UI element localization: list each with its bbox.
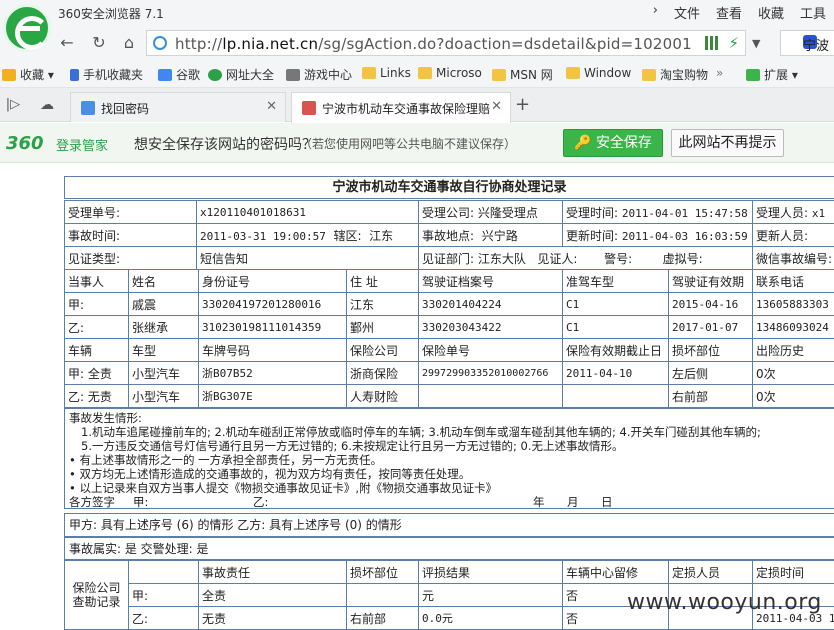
puzzle-icon bbox=[746, 69, 760, 81]
sidebar-toggle-icon[interactable]: |▷ bbox=[2, 94, 24, 116]
title-bar: 360安全浏览器 7.1 › 文件 查看 收藏 工具 bbox=[0, 0, 834, 52]
menu-file[interactable]: 文件 bbox=[666, 3, 708, 22]
password-manager-bar: 360 登录管家 想安全保存该网站的密码吗？ （若您使用网吧等公共电脑不建议保存… bbox=[0, 123, 834, 163]
search-engine-label: 宁波 bbox=[803, 39, 830, 54]
bookmark-mobile[interactable]: 手机收藏夹 bbox=[70, 66, 143, 83]
accident-fact-row: 事故属实: 是 交警处理: 是 bbox=[64, 537, 834, 560]
signature-line: 各方签字 甲: 乙: 年 月 日 bbox=[69, 495, 613, 509]
record-title: 宁波市机动车交通事故自行协商处理记录 bbox=[64, 176, 834, 199]
tab-bar: |▷ ☁ 找回密码 ✕ 宁波市机动车交通事故保险理赔 ✕ + bbox=[0, 88, 834, 123]
refresh-icon[interactable]: ↻ bbox=[88, 32, 110, 54]
more-bookmarks-icon[interactable]: » bbox=[716, 66, 723, 80]
table-row: 乙: 无责 小型汽车 浙BG307E 人寿财险 右前部 0次 无 bbox=[64, 384, 834, 408]
qr-code-icon[interactable] bbox=[705, 36, 719, 50]
table-row: 见证类型: 短信告知 见证部门: 江东大队 见证人: 警号: 虚拟号: 微信事故… bbox=[64, 246, 834, 270]
home-icon[interactable]: ⌂ bbox=[118, 32, 140, 54]
bookmark-windows[interactable]: Window bbox=[566, 66, 631, 80]
search-engine-box[interactable]: 宁波 bbox=[780, 30, 834, 56]
browser-logo-icon bbox=[3, 4, 51, 52]
site-icon bbox=[208, 69, 222, 81]
globe-icon bbox=[153, 36, 167, 50]
password-message: 想安全保存该网站的密码吗？ bbox=[134, 137, 316, 153]
table-row: 甲: 全责 小型汽车 浙B07B52 浙商保险 2997299033520100… bbox=[64, 361, 834, 385]
folder-icon bbox=[642, 69, 656, 81]
page-icon bbox=[81, 101, 95, 115]
page-content: 宁波市机动车交通事故自行协商处理记录 受理单号: x12011040101863… bbox=[0, 164, 834, 630]
password-hint: （若您使用网吧等公共电脑不建议保存） bbox=[300, 137, 517, 151]
star-icon bbox=[2, 69, 16, 81]
bookmark-favorites[interactable]: 收藏 ▾ bbox=[2, 66, 54, 83]
folder-icon bbox=[362, 67, 376, 79]
chevron-down-icon[interactable]: ▼ bbox=[752, 37, 760, 50]
bookmarks-bar: 收藏 ▾ 手机收藏夹 谷歌 网址大全 游戏中心 Links Microso MS… bbox=[0, 60, 834, 88]
url-text[interactable]: http://lp.nia.net.cn/sg/sgAction.do?doac… bbox=[175, 35, 692, 53]
bookmark-microsoft[interactable]: Microso bbox=[418, 66, 482, 80]
title-menu-bar: › 文件 查看 收藏 工具 bbox=[645, 3, 834, 22]
app-title: 360安全浏览器 7.1 bbox=[58, 7, 164, 21]
close-icon[interactable]: ✕ bbox=[491, 99, 502, 114]
phone-icon bbox=[70, 69, 79, 81]
menu-favorites[interactable]: 收藏 bbox=[750, 3, 792, 22]
address-bar[interactable]: http://lp.nia.net.cn/sg/sgAction.do?doac… bbox=[146, 30, 746, 56]
party-table: 当事人 姓名 身份证号 住 址 驾驶证档案号 准驾车型 驾驶证有效期 联系电话 … bbox=[64, 269, 834, 339]
bookmark-google[interactable]: 谷歌 bbox=[158, 66, 200, 83]
table-row: 甲: 戚震 330204197201280016 江东 330201404224… bbox=[64, 292, 834, 316]
folder-icon bbox=[566, 67, 580, 79]
table-row: 受理单号: x120110401018631 受理公司: 兴隆受理点 受理时间:… bbox=[64, 200, 834, 224]
table-header-row: 保险公司查勘记录 事故责任 损坏部位 评损结果 车辆中心留修 定损人员 定损时间 bbox=[64, 560, 834, 630]
vehicle-table: 车辆 车型 车牌号码 保险公司 保险单号 保险有效期截止日 损坏部位 出险历史 … bbox=[64, 338, 834, 408]
gamepad-icon bbox=[286, 69, 300, 81]
bookmark-msn[interactable]: MSN 网 bbox=[492, 66, 553, 83]
menu-tools[interactable]: 工具 bbox=[792, 3, 834, 22]
lightning-icon[interactable]: ⚡ bbox=[728, 34, 739, 52]
accident-notes: 事故发生情形: 1.机动车追尾碰撞前车的; 2.机动车碰刮正常停放或临时停车的车… bbox=[64, 408, 834, 509]
table-header-row: 车辆 车型 车牌号码 保险公司 保险单号 保险有效期截止日 损坏部位 出险历史 … bbox=[64, 338, 834, 362]
tab-ningbo-claims[interactable]: 宁波市机动车交通事故保险理赔 ✕ bbox=[291, 92, 511, 123]
extensions-button[interactable]: 扩展 ▾ bbox=[746, 66, 798, 83]
cloud-icon[interactable]: ☁ bbox=[36, 94, 58, 116]
chevron-right-icon[interactable]: › bbox=[645, 3, 666, 22]
navigation-bar: ← ↻ ⌂ http://lp.nia.net.cn/sg/sgAction.d… bbox=[0, 26, 834, 60]
menu-view[interactable]: 查看 bbox=[708, 3, 750, 22]
save-password-button[interactable]: 🔑 安全保存 bbox=[563, 129, 663, 157]
close-icon[interactable]: ✕ bbox=[266, 99, 277, 114]
table-row: 事故时间: 2011-03-31 19:00:57 辖区: 江东 事故地点: 兴… bbox=[64, 223, 834, 247]
never-prompt-button[interactable]: 此网站不再提示 bbox=[671, 129, 784, 157]
brand-logo: 360 bbox=[6, 133, 44, 154]
bookmark-hao[interactable]: 网址大全 bbox=[208, 66, 274, 83]
bookmark-games[interactable]: 游戏中心 bbox=[286, 66, 352, 83]
folder-icon bbox=[492, 69, 506, 81]
brand-label: 登录管家 bbox=[56, 139, 109, 154]
situation-row: 甲方: 具有上述序号 (6) 的情形 乙方: 具有上述序号 (0) 的情形 bbox=[64, 513, 834, 537]
new-tab-icon[interactable]: + bbox=[515, 94, 530, 115]
tab-retrieve-password[interactable]: 找回密码 ✕ bbox=[70, 92, 286, 122]
watermark: www.wooyun.org bbox=[627, 590, 822, 615]
folder-icon bbox=[418, 67, 432, 79]
bookmark-taobao[interactable]: 淘宝购物 bbox=[642, 66, 708, 83]
google-icon bbox=[158, 69, 172, 81]
table-header-row: 当事人 姓名 身份证号 住 址 驾驶证档案号 准驾车型 驾驶证有效期 联系电话 bbox=[64, 269, 834, 293]
table-row: 乙: 张继承 310230198111014359 鄞州 33020304342… bbox=[64, 315, 834, 339]
page-icon bbox=[302, 101, 316, 115]
back-icon[interactable]: ← bbox=[56, 32, 78, 54]
bookmark-links[interactable]: Links bbox=[362, 66, 411, 80]
record-info-table: 受理单号: x120110401018631 受理公司: 兴隆受理点 受理时间:… bbox=[64, 200, 834, 270]
